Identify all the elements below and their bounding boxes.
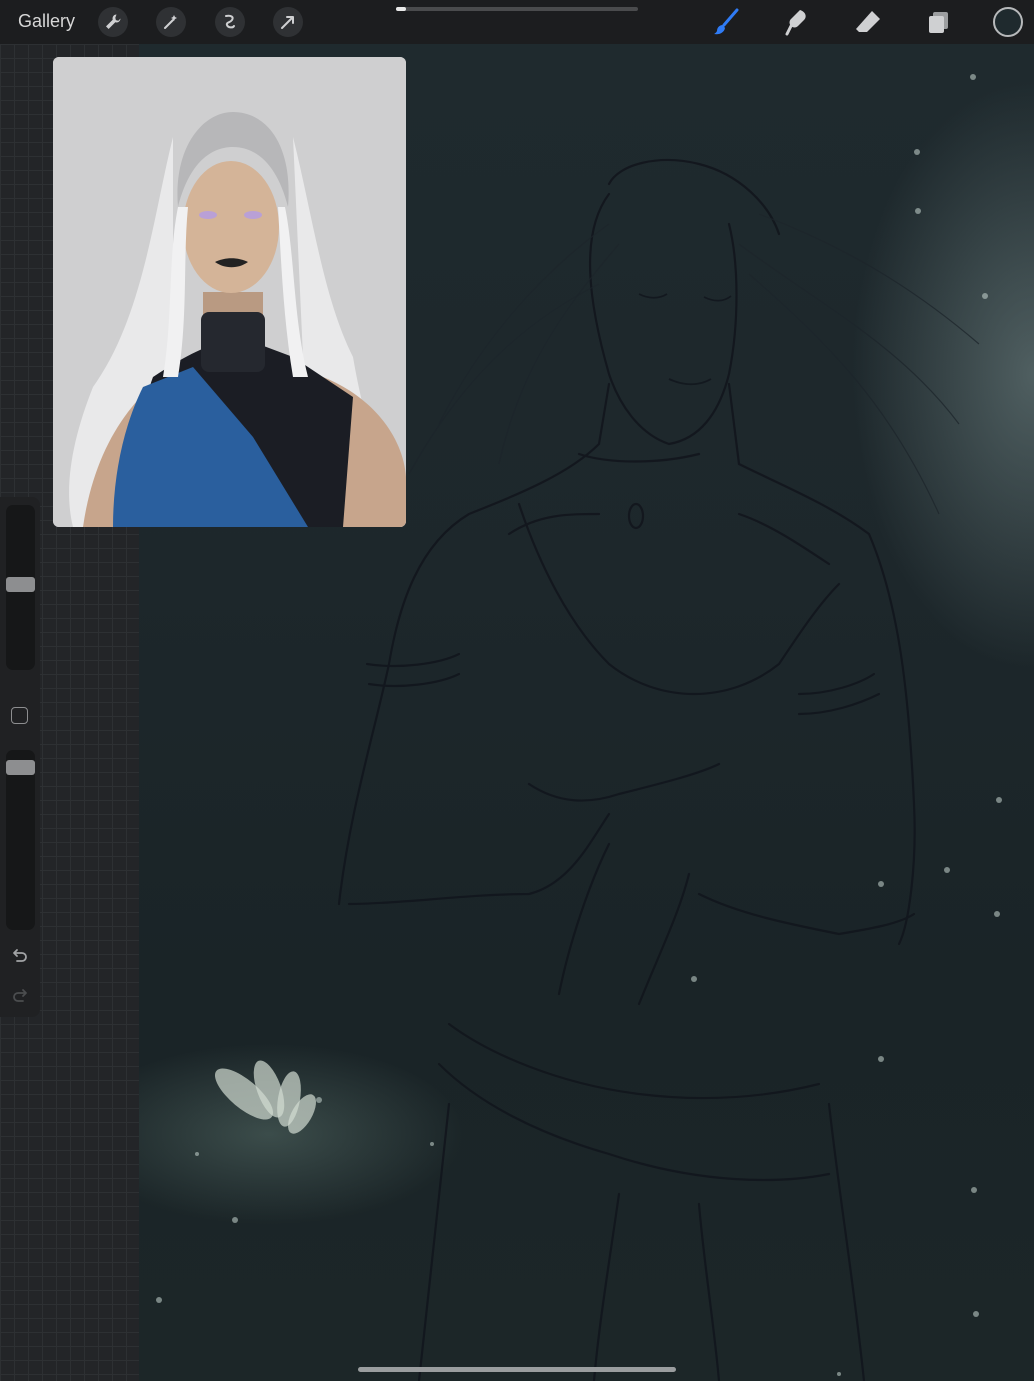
transform-arrow-icon[interactable]	[273, 7, 303, 37]
gallery-button[interactable]: Gallery	[18, 11, 75, 32]
color-picker-button[interactable]	[993, 7, 1023, 37]
wrench-icon[interactable]	[98, 7, 128, 37]
opacity-thumb[interactable]	[6, 760, 35, 775]
layers-icon[interactable]	[922, 6, 956, 38]
top-grabber-handle[interactable]	[396, 7, 638, 11]
top-toolbar: Gallery	[0, 0, 1034, 44]
brush-size-thumb[interactable]	[6, 577, 35, 592]
eraser-icon[interactable]	[851, 6, 885, 38]
brush-icon[interactable]	[709, 6, 743, 38]
left-sidebar	[0, 497, 40, 1017]
magic-wand-icon[interactable]	[156, 7, 186, 37]
opacity-slider[interactable]	[6, 750, 35, 930]
modify-button[interactable]	[11, 707, 28, 724]
smudge-icon[interactable]	[780, 6, 814, 38]
home-indicator[interactable]	[358, 1367, 676, 1372]
reference-image[interactable]	[53, 57, 406, 527]
brush-size-slider[interactable]	[6, 505, 35, 670]
redo-icon[interactable]	[10, 987, 30, 1007]
selection-icon[interactable]	[215, 7, 245, 37]
reference-portrait	[53, 57, 406, 527]
undo-icon[interactable]	[10, 947, 30, 967]
